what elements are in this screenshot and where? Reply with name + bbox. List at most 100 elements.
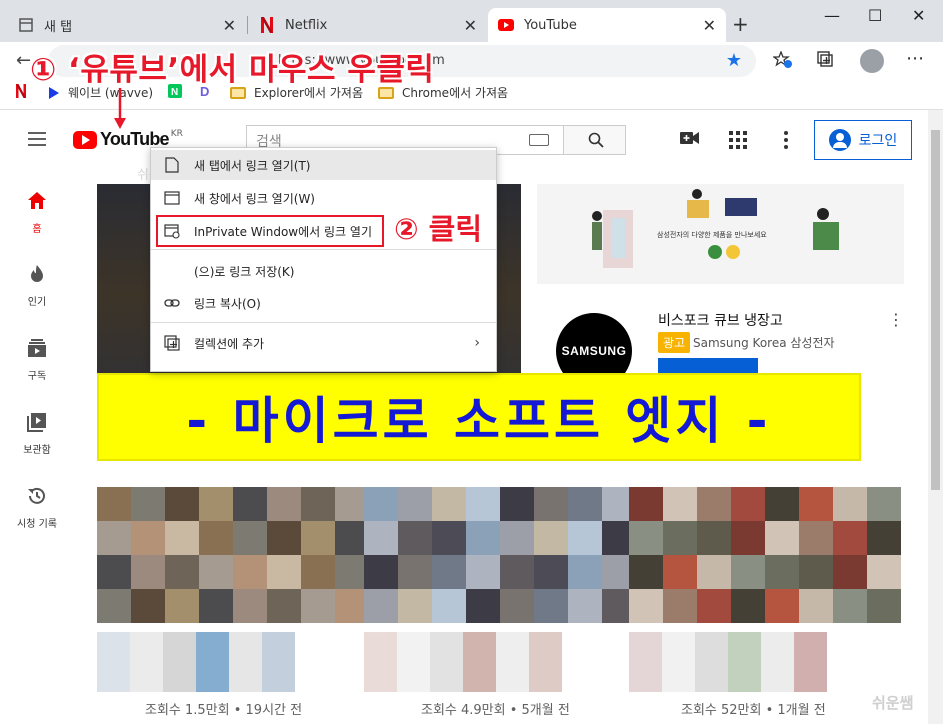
mosaic-tile	[262, 632, 295, 662]
mosaic-tile	[97, 487, 131, 521]
mosaic-tile	[765, 521, 799, 555]
mosaic-tile	[463, 632, 496, 662]
close-tab-icon[interactable]: ✕	[703, 16, 716, 35]
mosaic-tile	[529, 632, 562, 662]
menu-item-save-link[interactable]: (으)로 링크 저장(K)	[151, 256, 496, 286]
menu-item-copy-link[interactable]: 링크 복사(O)	[151, 288, 496, 318]
home-icon	[28, 192, 46, 209]
mosaic-tile	[432, 589, 466, 623]
mosaic-tile	[398, 555, 432, 589]
menu-item-label: (으)로 링크 저장(K)	[194, 264, 295, 279]
mosaic-tile	[229, 662, 262, 692]
login-button[interactable]: 로그인	[814, 120, 912, 160]
ad-title[interactable]: 비스포크 큐브 냉장고	[658, 310, 783, 330]
youtube-icon	[498, 17, 514, 33]
mosaic-tile	[131, 487, 165, 521]
samsung-logo-text: SAMSUNG	[561, 344, 627, 358]
mosaic-tile	[867, 555, 901, 589]
mosaic-tile	[663, 487, 697, 521]
watermark: 쉬운쌤	[872, 694, 914, 712]
tab-netflix[interactable]: Netflix ✕	[249, 8, 487, 42]
ad-advertiser[interactable]: Samsung Korea 삼성전자	[693, 334, 835, 351]
mosaic-tile	[262, 662, 295, 692]
menu-item-add-to-collection[interactable]: 컬렉션에 추가 ›	[151, 328, 496, 358]
sidebar-item-subscriptions[interactable]: 구독	[0, 337, 74, 382]
profile-avatar[interactable]	[860, 49, 884, 73]
mosaic-tile	[466, 521, 500, 555]
apps-grid-icon[interactable]	[729, 131, 747, 149]
mosaic-tile	[199, 555, 233, 589]
favorite-star-icon[interactable]: ★	[726, 50, 742, 71]
new-window-icon	[164, 191, 180, 205]
settings-more-icon[interactable]	[783, 131, 789, 149]
mosaic-tile	[466, 589, 500, 623]
new-tab-button[interactable]: +	[732, 12, 749, 36]
submenu-chevron-icon: ›	[474, 335, 480, 351]
mosaic-tile	[163, 632, 196, 662]
maximize-button[interactable]: ☐	[868, 6, 882, 25]
mosaic-tile	[301, 521, 335, 555]
mosaic-tile	[466, 555, 500, 589]
video-thumbnail-2[interactable]	[364, 487, 636, 623]
ad-more-options-icon[interactable]: ⋮	[888, 310, 904, 329]
sidebar-item-library[interactable]: 보관함	[0, 411, 74, 456]
minimize-button[interactable]: —	[824, 6, 840, 25]
sidebar-item-trending[interactable]: 인기	[0, 263, 74, 308]
tab-youtube[interactable]: YouTube ✕	[488, 8, 726, 42]
video-info-2[interactable]	[364, 632, 562, 692]
subscriptions-icon	[28, 339, 46, 357]
microsoft-edge-banner: - 마이크로 소프트 엣지 -	[97, 373, 861, 461]
keyboard-icon[interactable]	[529, 134, 549, 146]
mosaic-tile	[662, 632, 695, 662]
context-menu: 새 탭에서 링크 열기(T) 새 창에서 링크 열기(W) InPrivate …	[150, 147, 497, 372]
video-info-1[interactable]	[97, 632, 295, 692]
mosaic-tile	[496, 632, 529, 662]
mosaic-tile	[267, 555, 301, 589]
mosaic-tile	[867, 521, 901, 555]
mosaic-tile	[799, 487, 833, 521]
mosaic-tile	[199, 521, 233, 555]
mosaic-tile	[663, 555, 697, 589]
menu-item-label: 새 창에서 링크 열기(W)	[194, 191, 315, 206]
more-menu-icon[interactable]: ⋯	[906, 48, 924, 69]
close-window-button[interactable]: ✕	[912, 6, 925, 25]
menu-divider	[151, 322, 496, 323]
mosaic-tile	[233, 487, 267, 521]
mosaic-tile	[761, 632, 794, 662]
back-arrow-icon[interactable]: ←	[16, 50, 31, 71]
mosaic-tile	[398, 521, 432, 555]
tab-label: Netflix	[285, 17, 328, 33]
menu-item-label: 새 탭에서 링크 열기(T)	[194, 158, 311, 173]
new-tab-icon	[165, 157, 179, 173]
mosaic-tile	[430, 632, 463, 662]
collections-icon[interactable]	[817, 51, 835, 73]
mosaic-tile	[833, 487, 867, 521]
mosaic-tile	[867, 589, 901, 623]
create-video-icon[interactable]	[680, 130, 700, 146]
close-tab-icon[interactable]: ✕	[223, 16, 236, 35]
sidebar-item-history[interactable]: 시청 기록	[0, 485, 74, 530]
mosaic-tile	[397, 632, 430, 662]
sidebar-item-home[interactable]: 홈	[0, 190, 74, 235]
mosaic-tile	[731, 521, 765, 555]
mosaic-tile	[131, 589, 165, 623]
favorites-icon[interactable]	[772, 50, 793, 73]
tab-new[interactable]: 새 탭 ✕	[8, 8, 246, 42]
page-scrollbar[interactable]	[928, 110, 943, 724]
netflix-bookmark-icon[interactable]	[16, 84, 26, 98]
ad-banner-image[interactable]: 삼성전자의 다양한 제품을 만나보세요	[537, 184, 904, 284]
close-tab-icon[interactable]: ✕	[464, 16, 477, 35]
mosaic-tile	[97, 521, 131, 555]
tab-divider	[247, 16, 248, 34]
menu-hamburger-icon[interactable]	[28, 132, 46, 146]
menu-item-open-new-tab[interactable]: 새 탭에서 링크 열기(T)	[151, 150, 496, 180]
search-button[interactable]	[563, 125, 626, 155]
video-meta: 조회수 4.9만회 • 5개월 전	[421, 703, 570, 718]
mosaic-tile	[867, 487, 901, 521]
scrollbar-thumb[interactable]	[931, 130, 940, 490]
video-thumbnail-1[interactable]	[97, 487, 369, 623]
video-info-3[interactable]	[629, 632, 827, 692]
mosaic-tile	[534, 521, 568, 555]
mosaic-tile	[165, 555, 199, 589]
video-thumbnail-3[interactable]	[629, 487, 901, 623]
